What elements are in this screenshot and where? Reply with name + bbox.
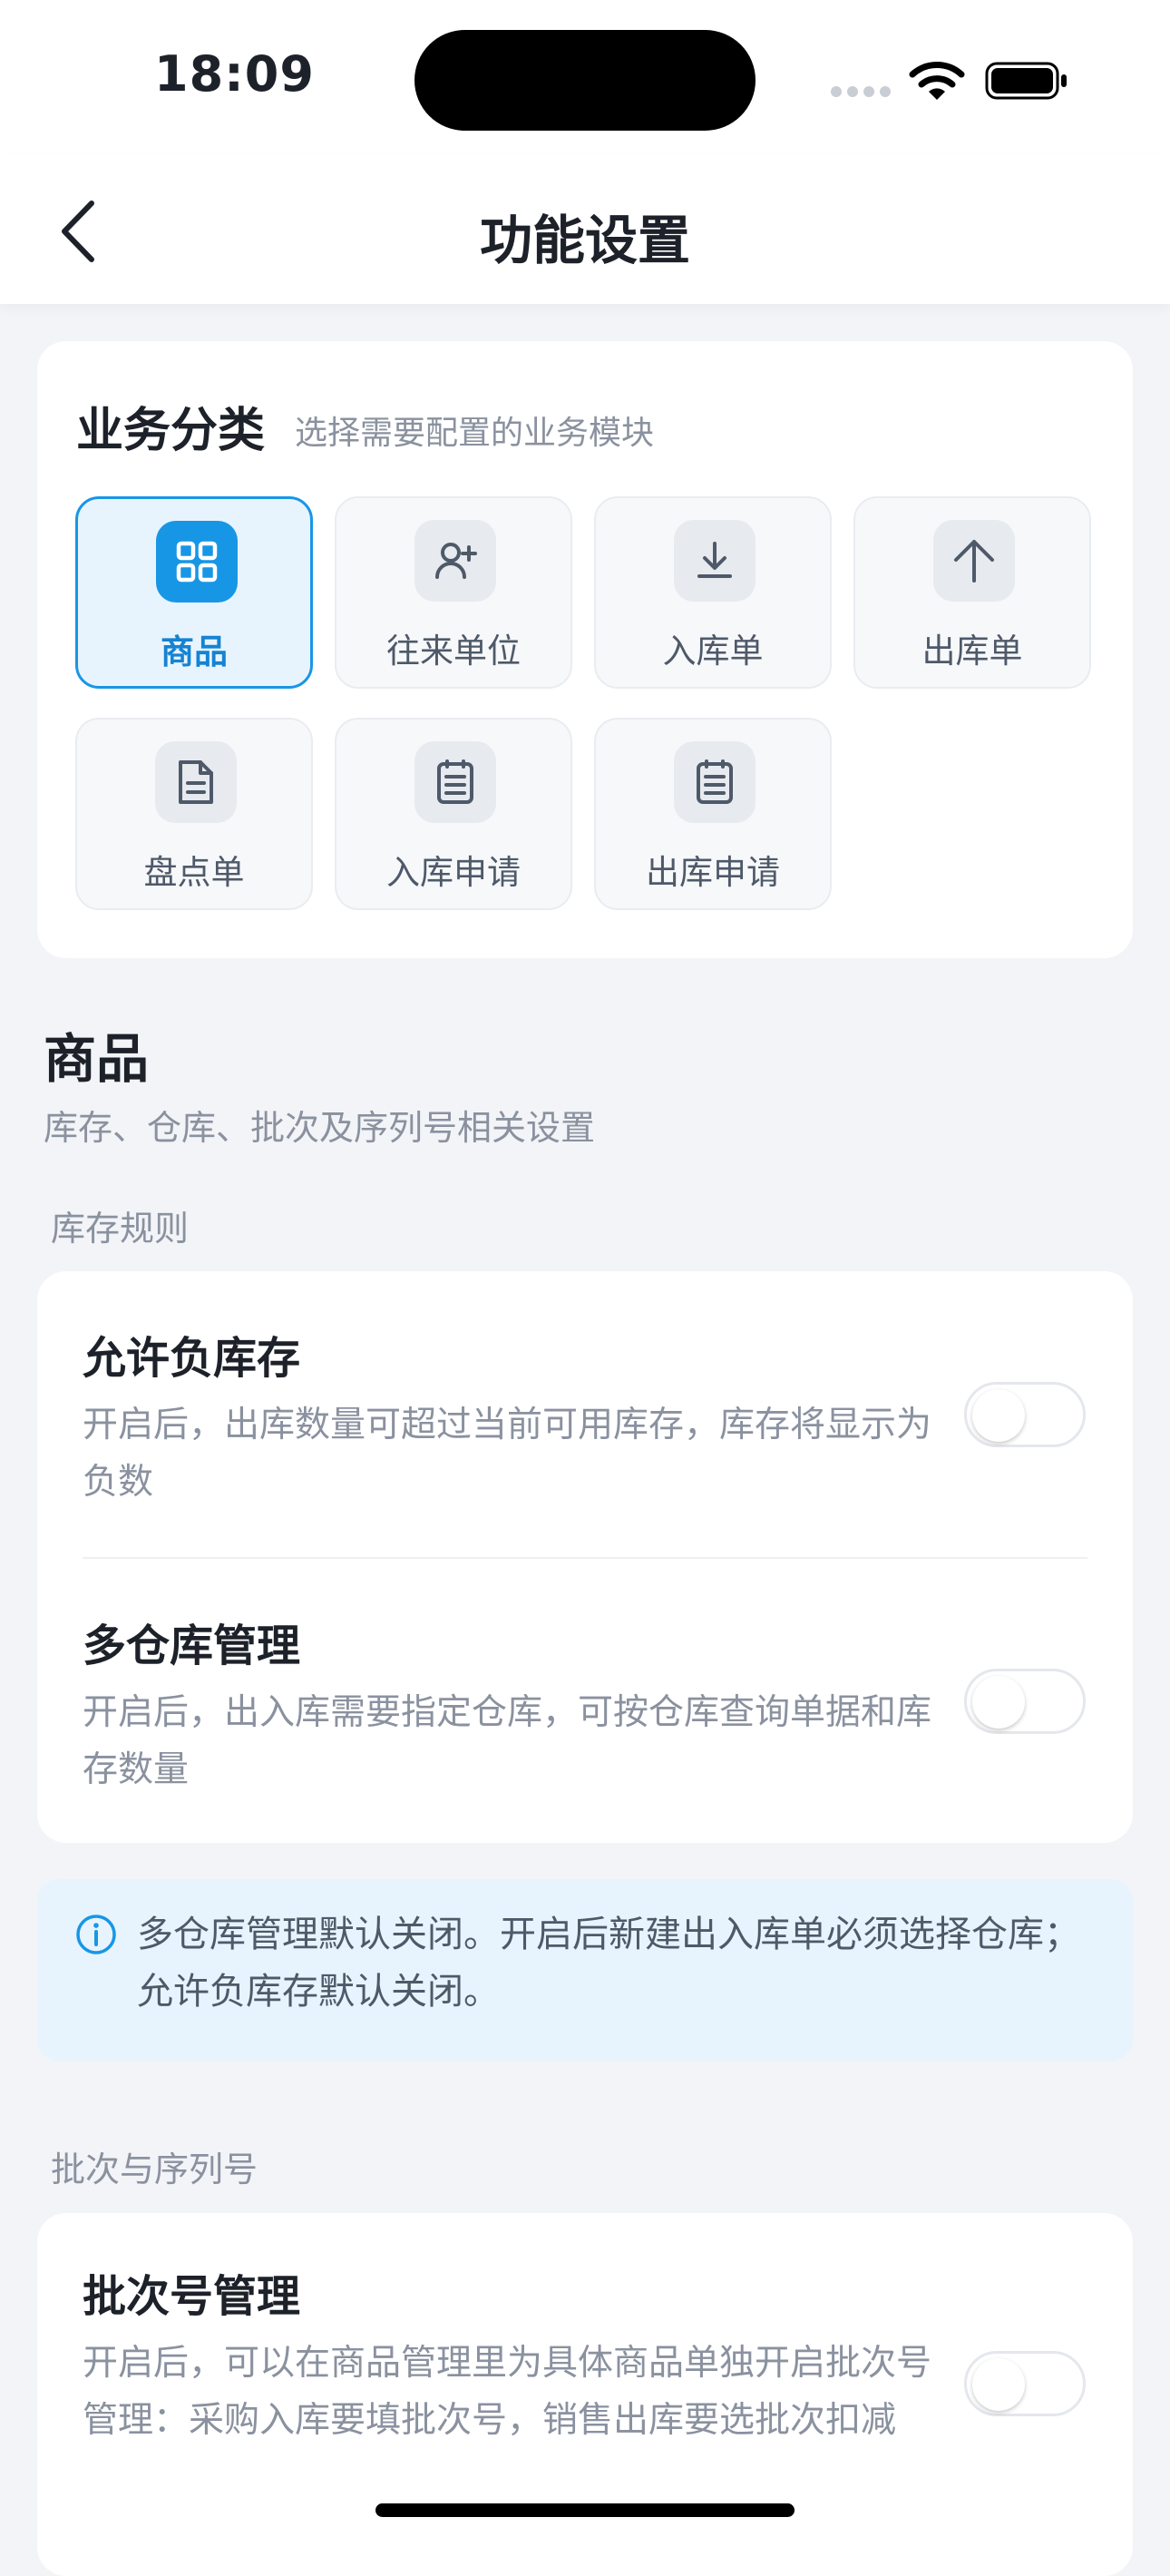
category-label: 入库单: [662, 632, 764, 671]
category-label: 入库申请: [386, 853, 521, 892]
category-label: 出库申请: [646, 853, 780, 892]
grid-icon: [156, 521, 238, 602]
setting-description: 开启后，出库数量可超过当前可用库存，库存将显示为负数: [83, 1405, 932, 1503]
document-icon: [155, 741, 237, 823]
list-document-icon: [414, 741, 496, 823]
section-subtitle: 库存、仓库、批次及序列号相关设置: [44, 1108, 596, 1148]
cellular-signal-icon: [831, 86, 891, 97]
info-text: 多仓库管理默认关闭。开启后新建出入库单必须选择仓库；允许负库存默认关闭。: [137, 1914, 1080, 2013]
dynamic-island: [414, 30, 756, 131]
setting-title: 允许负库存: [83, 1333, 301, 1384]
category-tile-inbound-order[interactable]: 入库单: [594, 496, 832, 689]
setting-description: 开启后，可以在商品管理里为具体商品单独开启批次号管理：采购入库要填批次号，销售出…: [83, 2343, 932, 2441]
arrow-up-icon: [933, 520, 1015, 602]
category-tile-stocktake[interactable]: 盘点单: [75, 718, 313, 910]
toggle-knob: [972, 1389, 1025, 1442]
category-tile-partners[interactable]: 往来单位: [335, 496, 572, 689]
category-tile-goods[interactable]: 商品: [75, 496, 313, 689]
batch-number-toggle[interactable]: [964, 2351, 1086, 2416]
divider: [83, 1557, 1087, 1559]
category-tile-inbound-request[interactable]: 入库申请: [335, 718, 572, 910]
multi-warehouse-toggle[interactable]: [964, 1669, 1086, 1734]
wifi-icon: [909, 62, 965, 100]
status-bar: 18:09: [0, 0, 1170, 154]
setting-title: 多仓库管理: [83, 1621, 301, 1671]
section-title: 商品: [44, 1028, 150, 1090]
battery-icon: [985, 62, 1067, 100]
category-label: 盘点单: [143, 853, 245, 892]
stock-rules-card: 允许负库存 开启后，出库数量可超过当前可用库存，库存将显示为负数 多仓库管理 开…: [37, 1271, 1133, 1843]
info-notice: 多仓库管理默认关闭。开启后新建出入库单必须选择仓库；允许负库存默认关闭。: [37, 1879, 1133, 2061]
download-icon: [674, 520, 756, 602]
status-time: 18:09: [154, 45, 315, 103]
category-heading: 业务分类: [76, 404, 266, 458]
toggle-knob: [972, 2358, 1025, 2411]
batch-serial-card: 批次号管理 开启后，可以在商品管理里为具体商品单独开启批次号管理：采购入库要填批…: [37, 2213, 1133, 2576]
list-document-icon: [674, 741, 756, 823]
setting-description: 开启后，出入库需要指定仓库，可按仓库查询单据和库存数量: [83, 1692, 932, 1790]
category-tile-outbound-request[interactable]: 出库申请: [594, 718, 832, 910]
setting-title: 批次号管理: [83, 2271, 301, 2322]
nav-bar: 功能设置: [0, 154, 1170, 304]
category-label: 往来单位: [386, 632, 521, 671]
category-tile-outbound-order[interactable]: 出库单: [853, 496, 1091, 689]
toggle-knob: [972, 1676, 1025, 1729]
allow-negative-stock-toggle[interactable]: [964, 1382, 1086, 1447]
business-category-card: 业务分类 选择需要配置的业务模块 商品 往来单位 入库单 出库单 盘点单 入库申…: [37, 341, 1133, 958]
group-label-batch-serial: 批次与序列号: [51, 2150, 258, 2189]
user-add-icon: [414, 520, 496, 602]
category-label: 商品: [161, 632, 228, 671]
page-title: 功能设置: [479, 210, 690, 271]
category-subtitle: 选择需要配置的业务模块: [295, 415, 655, 452]
category-label: 出库单: [921, 632, 1023, 671]
home-indicator[interactable]: [375, 2503, 795, 2517]
info-icon: [76, 1915, 116, 1954]
group-label-stock-rules: 库存规则: [51, 1209, 190, 1249]
